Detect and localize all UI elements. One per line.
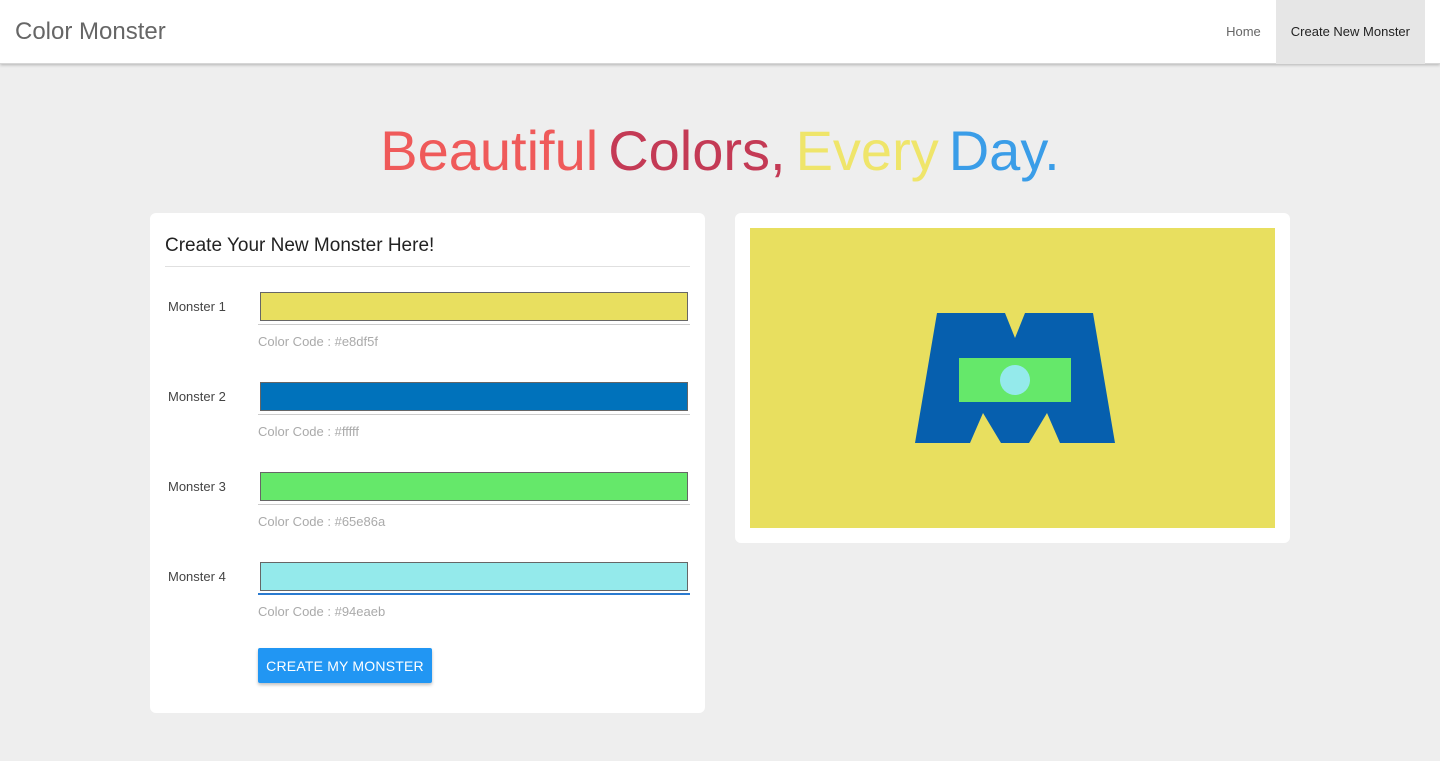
monster-4-underline [258,593,690,595]
monster-1-color-code: Color Code : #e8df5f [258,334,378,349]
monster-4-color-code: Color Code : #94eaeb [258,604,386,619]
monster-form-card: Create Your New Monster Here! Monster 1 … [150,213,705,713]
hero-heading: Beautiful Colors, Every Day. [0,118,1440,184]
monster-3-label: Monster 3 [168,479,226,494]
hero-word-every: Every [795,119,939,182]
monster-2-underline [258,414,690,415]
monster-4-color-input[interactable] [260,562,688,591]
nav-link-create-new-monster[interactable]: Create New Monster [1275,0,1425,64]
create-monster-button[interactable]: CREATE MY MONSTER [258,648,432,683]
brand-logo[interactable]: Color Monster [15,18,166,46]
top-navbar: Color Monster Home Create New Monster [0,0,1440,64]
hero-word-day: Day. [948,119,1060,182]
hero-word-beautiful: Beautiful [380,119,599,182]
monster-3-color-input[interactable] [260,472,688,501]
nav-link-home[interactable]: Home [1211,0,1276,64]
form-title: Create Your New Monster Here! [165,235,690,267]
monster-2-color-input[interactable] [260,382,688,411]
monster-illustration [915,313,1115,443]
monster-3-color-code: Color Code : #65e86a [258,514,386,529]
monster-2-label: Monster 2 [168,389,226,404]
monster-preview-card [735,213,1290,543]
hero-word-colors: Colors, [608,119,786,182]
monster-1-underline [258,324,690,325]
monster-canvas [750,228,1275,528]
monster-eye [1000,365,1030,395]
monster-1-label: Monster 1 [168,299,226,314]
nav-links: Home Create New Monster [1211,0,1425,64]
monster-2-color-code: Color Code : #fffff [258,424,359,439]
monster-3-underline [258,504,690,505]
monster-1-color-input[interactable] [260,292,688,321]
monster-4-label: Monster 4 [168,569,226,584]
